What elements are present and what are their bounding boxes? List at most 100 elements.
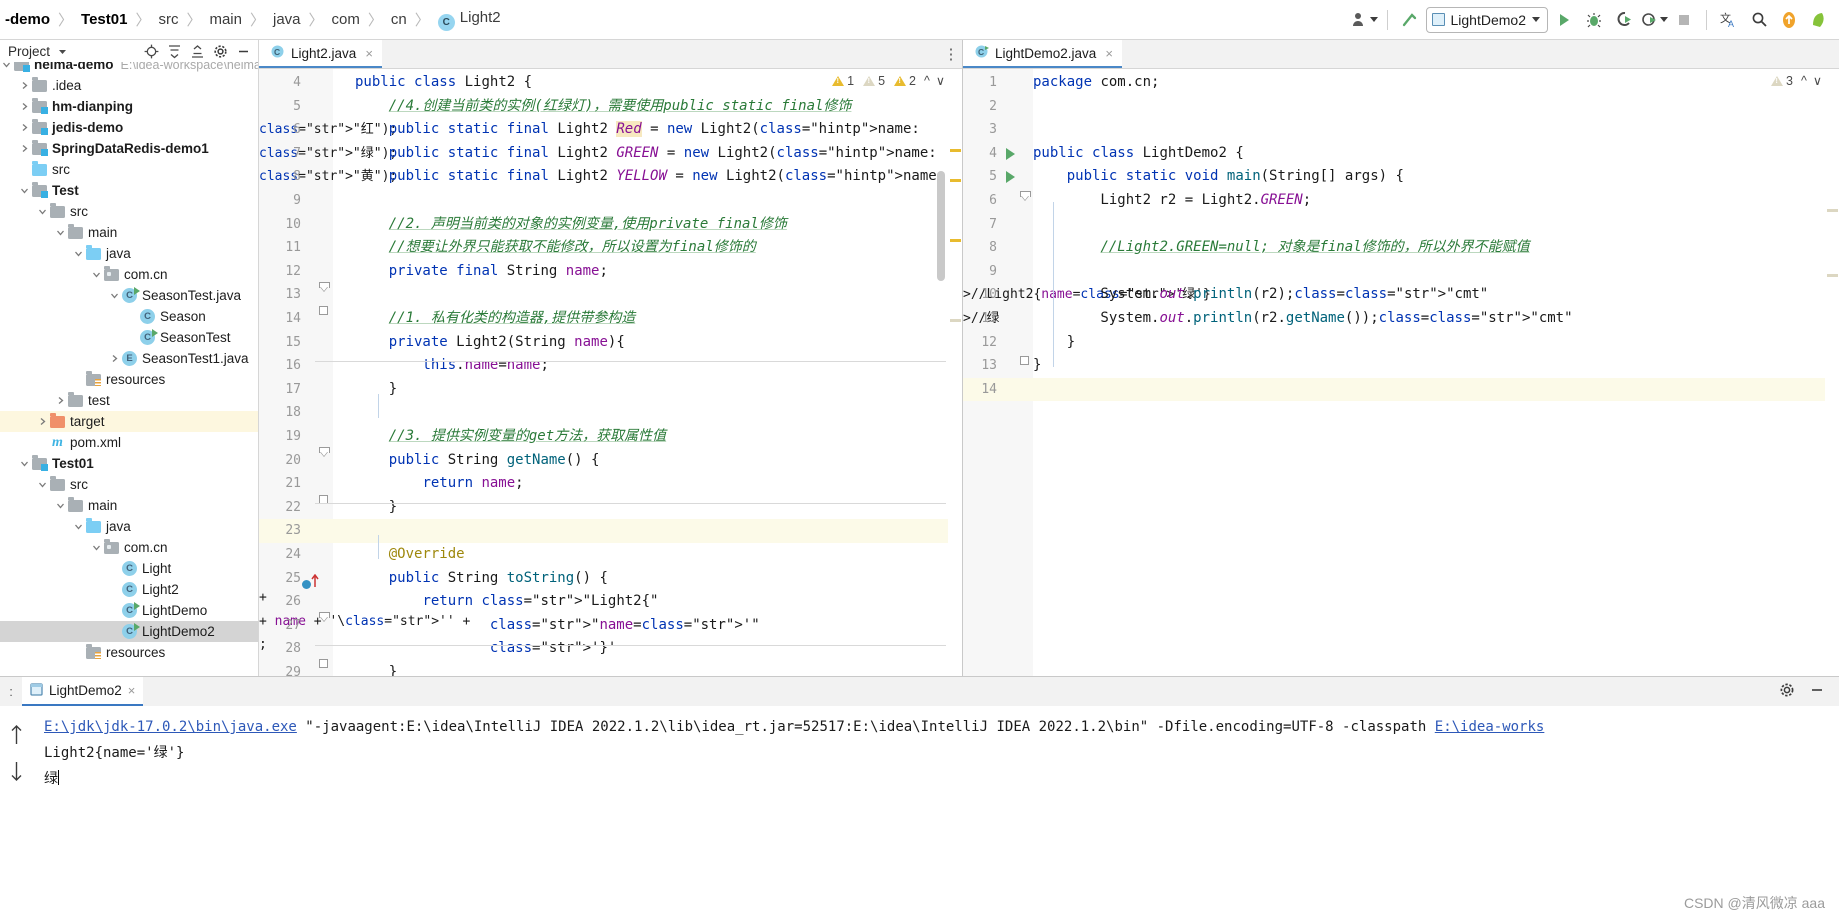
code-line[interactable]: 13 (259, 283, 962, 307)
chevron-down-icon[interactable] (90, 537, 103, 558)
run-configuration-selector[interactable]: LightDemo2 (1425, 6, 1548, 33)
code-line[interactable]: 24 @Override (259, 543, 962, 567)
tree-item[interactable]: C Season (0, 306, 258, 327)
chevron-down-icon[interactable] (108, 285, 121, 306)
chevron-down-icon[interactable] (54, 222, 67, 243)
code-fold-marker[interactable] (1020, 191, 1031, 202)
code-fold-marker[interactable] (319, 659, 328, 668)
code-line[interactable]: 8 public static final Light2 YELLOW = ne… (259, 165, 962, 189)
code-line[interactable]: 3 (963, 118, 1839, 142)
user-account-icon[interactable] (1351, 6, 1379, 34)
code-line[interactable]: 17 } (259, 378, 962, 402)
chevron-down-icon[interactable] (52, 41, 73, 61)
code-fold-marker[interactable] (319, 612, 330, 623)
search-everywhere-icon[interactable] (1745, 6, 1773, 34)
close-icon[interactable]: × (1105, 46, 1113, 61)
chevron-right-icon[interactable] (18, 75, 31, 96)
breadcrumb-item-main[interactable]: main (206, 11, 245, 28)
update-icon[interactable] (1775, 6, 1803, 34)
code-line[interactable]: 14 (963, 377, 1839, 402)
console-line[interactable]: Light2{name='绿'} (44, 740, 1839, 766)
breadcrumb-item-test01[interactable]: Test01 (78, 11, 130, 28)
hide-panel-icon[interactable] (233, 41, 254, 61)
tree-item[interactable]: target (0, 411, 258, 432)
inspection-summary-right[interactable]: 3 ^ ∨ (1771, 73, 1822, 88)
notifications-icon[interactable] (1805, 6, 1833, 34)
tab-light2-java[interactable]: C Light2.java × (259, 40, 382, 68)
error-stripe-left[interactable] (948, 69, 962, 676)
breadcrumb-item-src[interactable]: src (155, 11, 181, 28)
chevron-down-icon[interactable] (18, 453, 31, 474)
run-tab-lightdemo2[interactable]: LightDemo2 × (22, 677, 144, 706)
tree-item[interactable]: com.cn (0, 537, 258, 558)
implementing-method-icon[interactable] (311, 573, 319, 592)
chevron-down-icon[interactable] (90, 264, 103, 285)
code-line[interactable]: 7 public static final Light2 GREEN = new… (259, 142, 962, 166)
tree-item[interactable]: resources (0, 369, 258, 390)
code-line[interactable]: 12 private final String name; (259, 260, 962, 284)
tree-item[interactable]: C SeasonTest.java (0, 285, 258, 306)
collapse-all-icon[interactable] (187, 41, 208, 61)
tree-item[interactable]: C Light (0, 558, 258, 579)
console-line[interactable]: E:\jdk\jdk-17.0.2\bin\java.exe "-javaage… (44, 714, 1839, 740)
tab-lightdemo2-java[interactable]: C LightDemo2.java × (963, 40, 1122, 68)
run-with-coverage-button[interactable] (1610, 6, 1638, 34)
prev-problem-icon[interactable]: ^ (1801, 74, 1807, 88)
chevron-down-icon[interactable] (72, 516, 85, 537)
code-line[interactable]: 28 class="str">'}'; (259, 637, 962, 661)
chevron-right-icon[interactable] (18, 117, 31, 138)
chevron-right-icon[interactable] (108, 348, 121, 369)
code-line[interactable]: 25 public String toString() { (259, 567, 962, 591)
console-output[interactable]: E:\jdk\jdk-17.0.2\bin\java.exe "-javaage… (0, 706, 1839, 919)
code-fold-marker[interactable] (319, 282, 330, 293)
tree-item[interactable]: .idea (0, 75, 258, 96)
translate-icon[interactable]: 文A (1715, 6, 1743, 34)
tree-item[interactable]: Test01 (0, 453, 258, 474)
next-problem-icon[interactable]: ∨ (1813, 73, 1822, 88)
code-line[interactable]: 5 public static void main(String[] args)… (963, 165, 1839, 189)
tree-item[interactable]: C LightDemo2 (0, 621, 258, 642)
tree-item[interactable]: C SeasonTest (0, 327, 258, 348)
code-line[interactable]: 27 class="str">"name=class="str">'" + na… (259, 614, 962, 638)
code-line[interactable]: 6 Light2 r2 = Light2.GREEN; (963, 189, 1839, 213)
code-line[interactable]: 14 //1. 私有化类的构造器,提供带参构造 (259, 307, 962, 331)
code-line[interactable]: 26 return class="str">"Light2{" + (259, 590, 962, 614)
override-gutter-icon[interactable] (302, 580, 311, 589)
code-fold-marker[interactable] (319, 306, 328, 315)
chevron-down-icon[interactable] (72, 243, 85, 264)
code-line[interactable]: 11 System.out.println(r2.getName());clas… (963, 307, 1839, 331)
code-line[interactable]: 16 this.name=name; (259, 354, 962, 378)
tree-item[interactable]: Test (0, 180, 258, 201)
tree-item[interactable]: m pom.xml (0, 432, 258, 453)
chevron-down-icon[interactable] (0, 62, 13, 75)
tree-item[interactable]: java (0, 516, 258, 537)
code-fold-marker[interactable] (319, 447, 330, 458)
code-line[interactable]: 1 package com.cn; (963, 71, 1839, 95)
tree-item[interactable]: jedis-demo (0, 117, 258, 138)
chevron-right-icon[interactable] (18, 96, 31, 117)
expand-all-icon[interactable] (164, 41, 185, 61)
code-line[interactable]: 15 private Light2(String name){ (259, 331, 962, 355)
vertical-scrollbar-left[interactable] (937, 171, 945, 281)
code-line[interactable]: 21 return name; (259, 472, 962, 496)
code-line[interactable]: 19 //3. 提供实例变量的get方法，获取属性值 (259, 425, 962, 449)
code-line[interactable]: 6 public static final Light2 Red = new L… (259, 118, 962, 142)
code-line[interactable]: 29 } (259, 661, 962, 676)
code-line[interactable]: 20 public String getName() { (259, 449, 962, 473)
inspection-summary-left[interactable]: 1 5 2 ^ ∨ (832, 73, 945, 88)
close-icon[interactable]: × (128, 683, 136, 698)
locate-icon[interactable] (141, 41, 162, 61)
debug-button[interactable] (1580, 6, 1608, 34)
code-line[interactable]: 12 } (963, 331, 1839, 355)
code-line[interactable]: 9 (963, 260, 1839, 284)
profiler-button[interactable] (1640, 6, 1668, 34)
code-fold-marker[interactable] (1020, 356, 1029, 365)
tree-item[interactable]: SpringDataRedis-demo1 (0, 138, 258, 159)
code-line[interactable]: 11 //想要让外界只能获取不能修改，所以设置为final修饰的 (259, 236, 962, 260)
breadcrumb-item-cn[interactable]: cn (388, 11, 410, 28)
project-tree[interactable]: heima-demo E:\idea-workspace\heima .idea hm… (0, 62, 258, 676)
code-line[interactable]: 5 //4.创建当前类的实例(红绿灯)，需要使用public static fi… (259, 95, 962, 119)
tree-item[interactable]: src (0, 201, 258, 222)
tree-item[interactable]: heima-demo E:\idea-workspace\heima (0, 62, 258, 75)
console-line[interactable]: 绿 (44, 766, 1839, 792)
